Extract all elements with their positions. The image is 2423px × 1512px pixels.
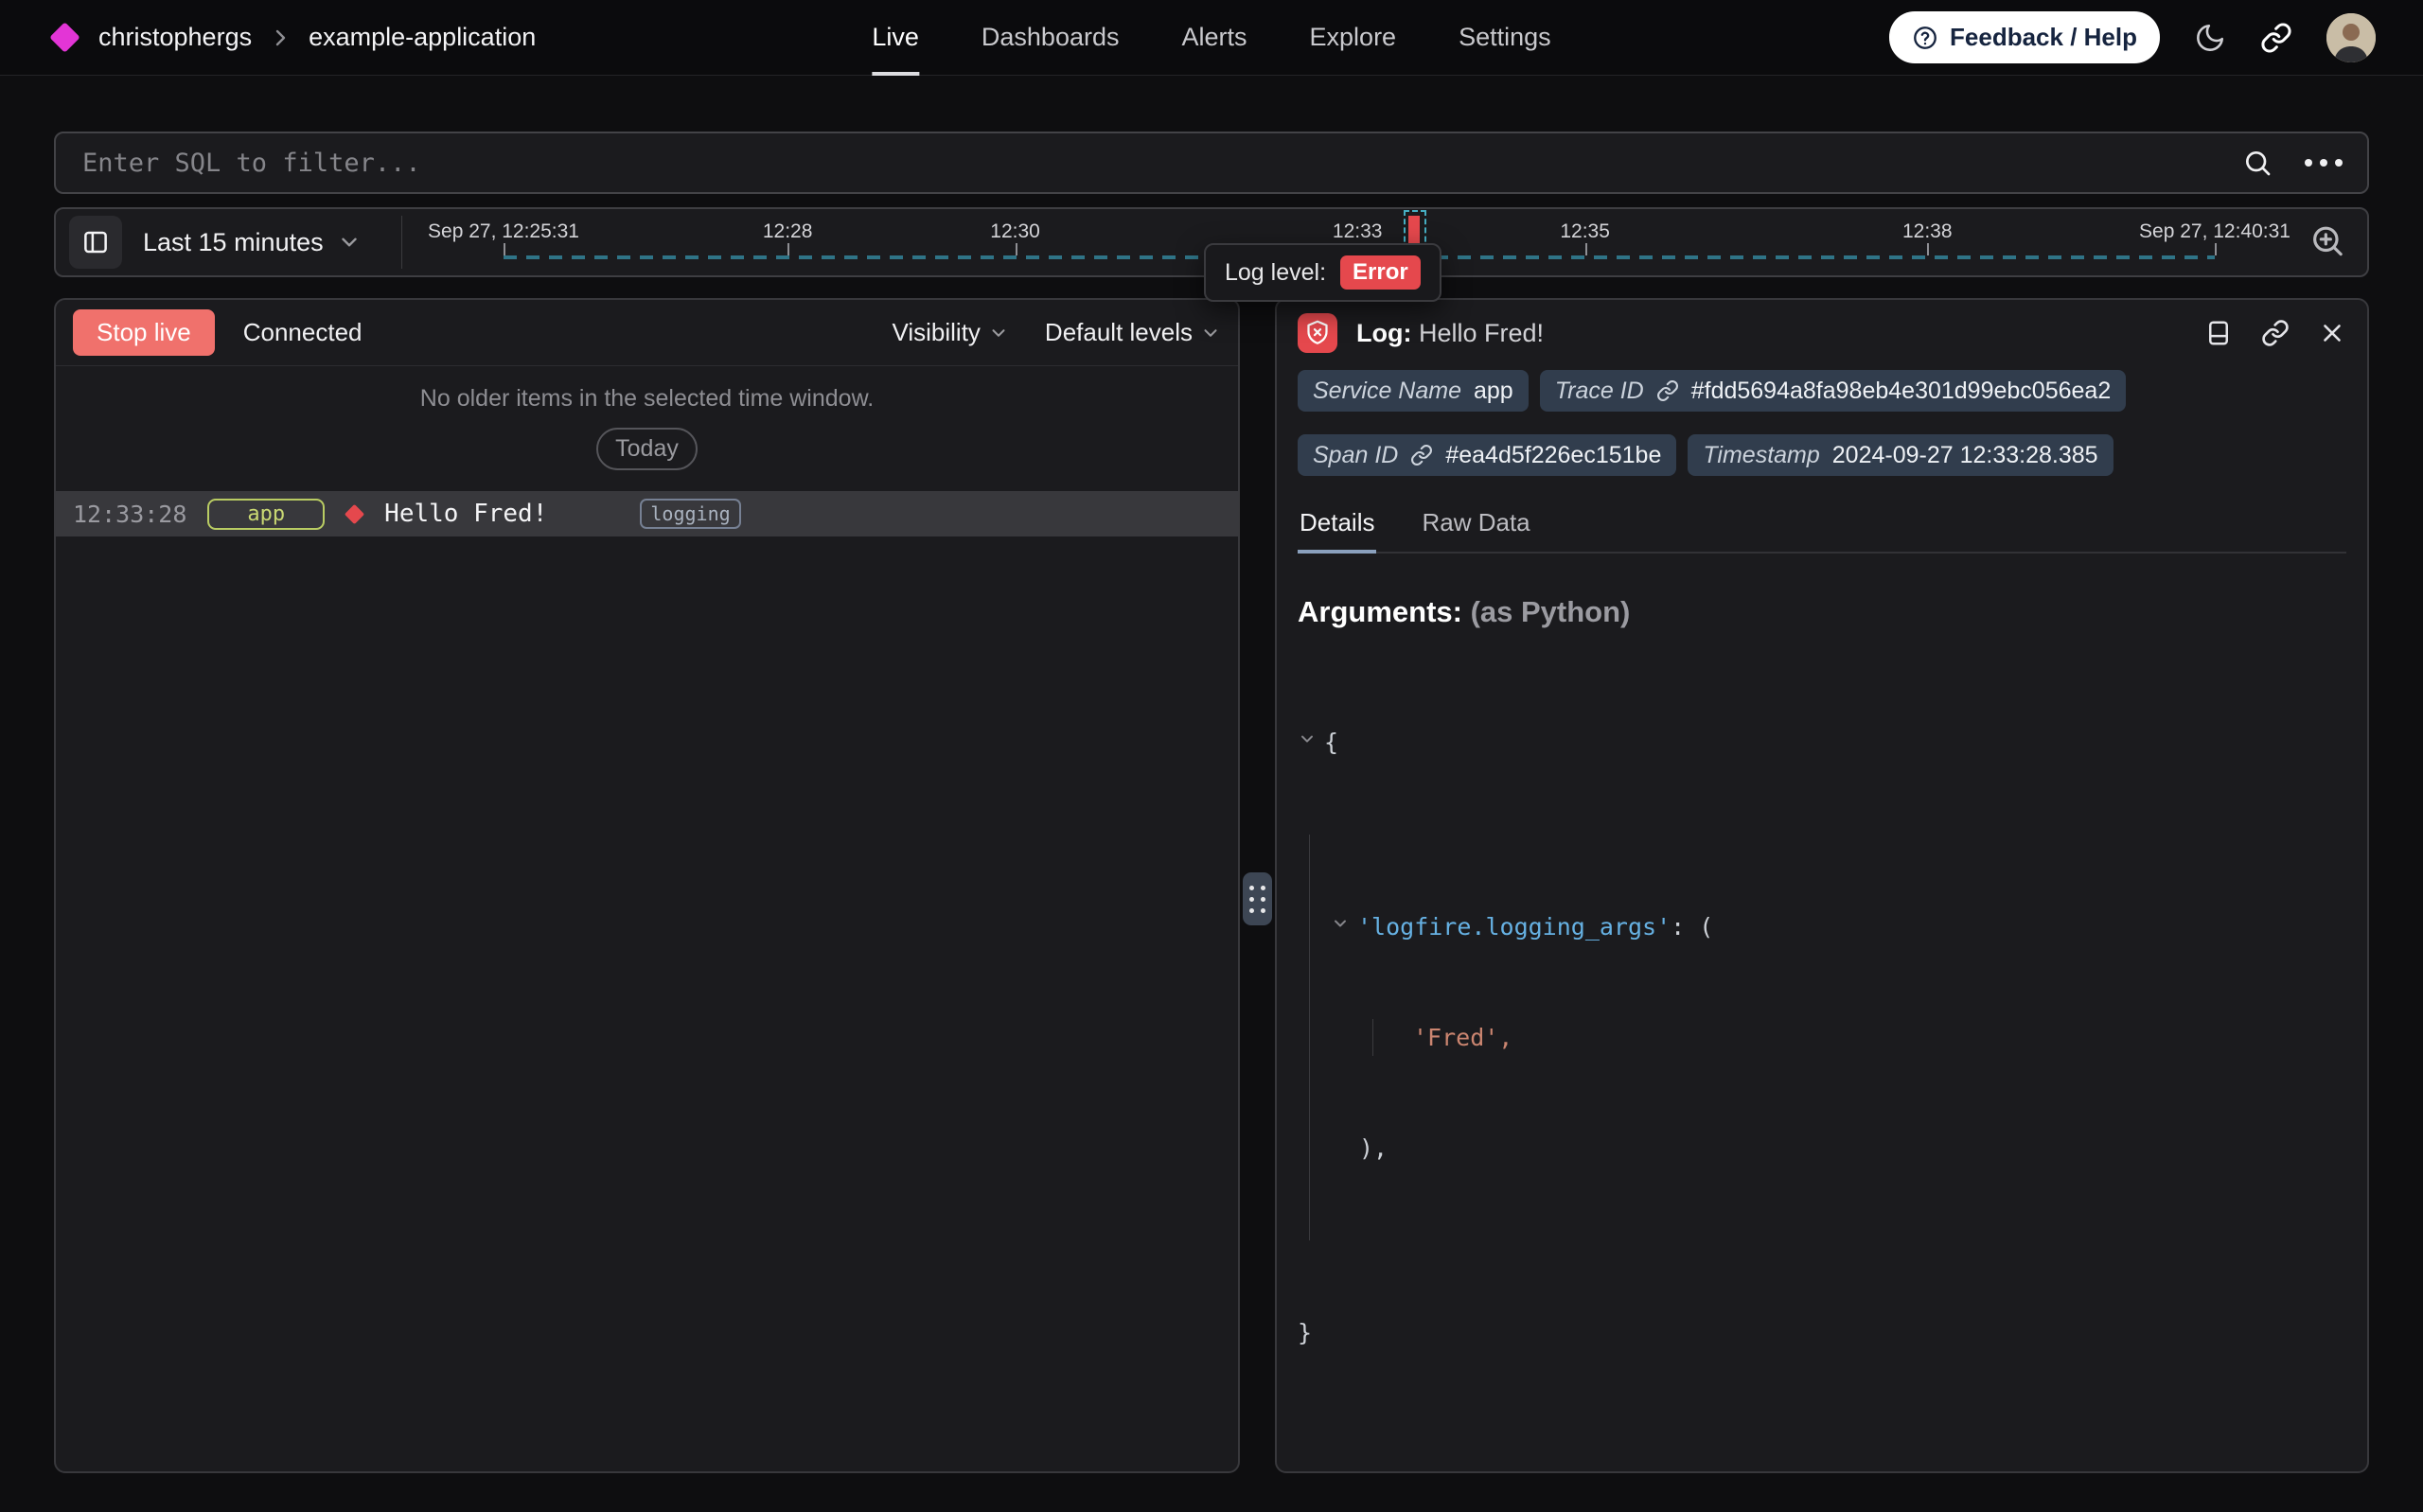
user-avatar[interactable]: [2326, 13, 2376, 62]
tab-alerts[interactable]: Alerts: [1181, 0, 1247, 76]
panels-row: Stop live Connected Visibility Default l…: [54, 298, 2369, 1473]
empty-state-message: No older items in the selected time wind…: [56, 385, 1238, 413]
live-logs-panel: Stop live Connected Visibility Default l…: [54, 298, 1240, 1473]
timeline-tick-label: 12:30: [990, 220, 1040, 243]
chevron-down-icon: [1200, 323, 1221, 343]
span-id-badge[interactable]: Span ID #ea4d5f226ec151be: [1298, 434, 1676, 476]
tab-settings[interactable]: Settings: [1459, 0, 1551, 76]
collapse-chevron-icon[interactable]: [1331, 914, 1350, 933]
copy-link-icon[interactable]: [2261, 319, 2290, 347]
timeline-tick-label: 12:38: [1902, 220, 1953, 243]
dock-panel-icon[interactable]: [2204, 319, 2233, 347]
link-icon: [1656, 379, 1679, 402]
top-nav: christophergs example-application Live D…: [0, 0, 2423, 76]
timeline-tick-label: Sep 27, 12:40:31: [2139, 220, 2290, 243]
arguments-python-code: { 'logfire.logging_args': ( 'Fred', ), }: [1298, 650, 2346, 1425]
timeline-tick: [2215, 243, 2217, 255]
timeline-tick: [1016, 243, 1017, 255]
chevron-down-icon: [988, 323, 1009, 343]
connection-status: Connected: [243, 318, 363, 347]
log-level-tooltip: Log level: Error: [1204, 243, 1441, 302]
stop-live-button[interactable]: Stop live: [73, 309, 215, 356]
close-icon[interactable]: [2318, 319, 2346, 347]
meta-badges: Service Name app Trace ID #fdd5694a8fa98…: [1277, 370, 2367, 476]
breadcrumb-org[interactable]: christophergs: [98, 23, 252, 52]
tab-raw-data[interactable]: Raw Data: [1420, 501, 1531, 554]
share-link-icon[interactable]: [2260, 22, 2292, 54]
timeline-tick: [1927, 243, 1929, 255]
timeline-tick: [504, 243, 505, 255]
log-message: Hello Fred!: [384, 500, 547, 528]
tab-live[interactable]: Live: [872, 0, 919, 76]
service-name-badge: Service Name app: [1298, 370, 1529, 412]
panel-resize-handle[interactable]: [1243, 872, 1272, 925]
collapse-chevron-icon[interactable]: [1298, 730, 1317, 748]
timeline-tick-label: 12:35: [1560, 220, 1610, 243]
breadcrumb-project[interactable]: example-application: [309, 23, 536, 52]
log-detail-panel: Log: Hello Fred! Service: [1275, 298, 2369, 1473]
service-tag[interactable]: app: [207, 499, 325, 530]
sidebar-toggle-button[interactable]: [69, 216, 122, 269]
breadcrumb-separator-icon: [269, 26, 292, 49]
timeline-tick: [787, 243, 789, 255]
live-panel-header: Stop live Connected Visibility Default l…: [56, 300, 1238, 366]
link-icon: [1410, 444, 1433, 466]
more-options-icon[interactable]: [2305, 159, 2343, 167]
detail-tabs: Details Raw Data: [1298, 501, 2346, 554]
tab-explore[interactable]: Explore: [1310, 0, 1397, 76]
zoom-in-button[interactable]: [2303, 221, 2352, 264]
time-range-dropdown[interactable]: Last 15 minutes: [143, 228, 362, 257]
sql-filter-bar: [54, 132, 2369, 194]
chevron-down-icon: [337, 230, 362, 255]
error-badge: Error: [1340, 255, 1421, 290]
logfire-logo-icon[interactable]: [49, 22, 80, 53]
feedback-help-button[interactable]: Feedback / Help: [1889, 11, 2160, 63]
question-circle-icon: [1912, 25, 1938, 51]
tab-dashboards[interactable]: Dashboards: [982, 0, 1120, 76]
timeline-tick-label: 12:33: [1333, 220, 1383, 243]
timestamp-badge: Timestamp 2024-09-27 12:33:28.385: [1688, 434, 2113, 476]
primary-nav: Live Dashboards Alerts Explore Settings: [872, 0, 1550, 76]
scope-tag[interactable]: logging: [640, 499, 740, 529]
detail-panel-header: Log: Hello Fred!: [1277, 300, 2367, 366]
divider: [401, 216, 402, 269]
timeline-tick: [1585, 243, 1587, 255]
log-row[interactable]: 12:33:28 app Hello Fred! logging: [56, 491, 1238, 536]
timeline-tick-label: 12:28: [763, 220, 813, 243]
theme-moon-icon[interactable]: [2194, 22, 2226, 54]
shield-x-icon: [1298, 313, 1337, 353]
error-level-diamond-icon: [345, 503, 364, 523]
today-button[interactable]: Today: [596, 428, 698, 470]
detail-title: Log: Hello Fred!: [1356, 319, 1544, 348]
search-icon[interactable]: [2242, 148, 2273, 178]
main-content: Last 15 minutes Sep 27, 12:25:31 12:28 1…: [0, 132, 2423, 1473]
breadcrumb: christophergs example-application: [54, 23, 536, 52]
sql-filter-input[interactable]: [80, 148, 2242, 179]
arguments-heading: Arguments: (as Python): [1298, 595, 2346, 629]
trace-id-badge[interactable]: Trace ID #fdd5694a8fa98eb4e301d99ebc056e…: [1540, 370, 2127, 412]
tab-details[interactable]: Details: [1298, 501, 1376, 554]
magnifier-plus-icon: [2308, 222, 2346, 260]
sidebar-left-icon: [81, 228, 110, 256]
visibility-dropdown[interactable]: Visibility: [892, 318, 1008, 347]
top-nav-actions: Feedback / Help: [1889, 11, 2376, 63]
timeline-tick-label: Sep 27, 12:25:31: [428, 220, 579, 243]
default-levels-dropdown[interactable]: Default levels: [1045, 318, 1221, 347]
log-time: 12:33:28: [73, 501, 186, 528]
